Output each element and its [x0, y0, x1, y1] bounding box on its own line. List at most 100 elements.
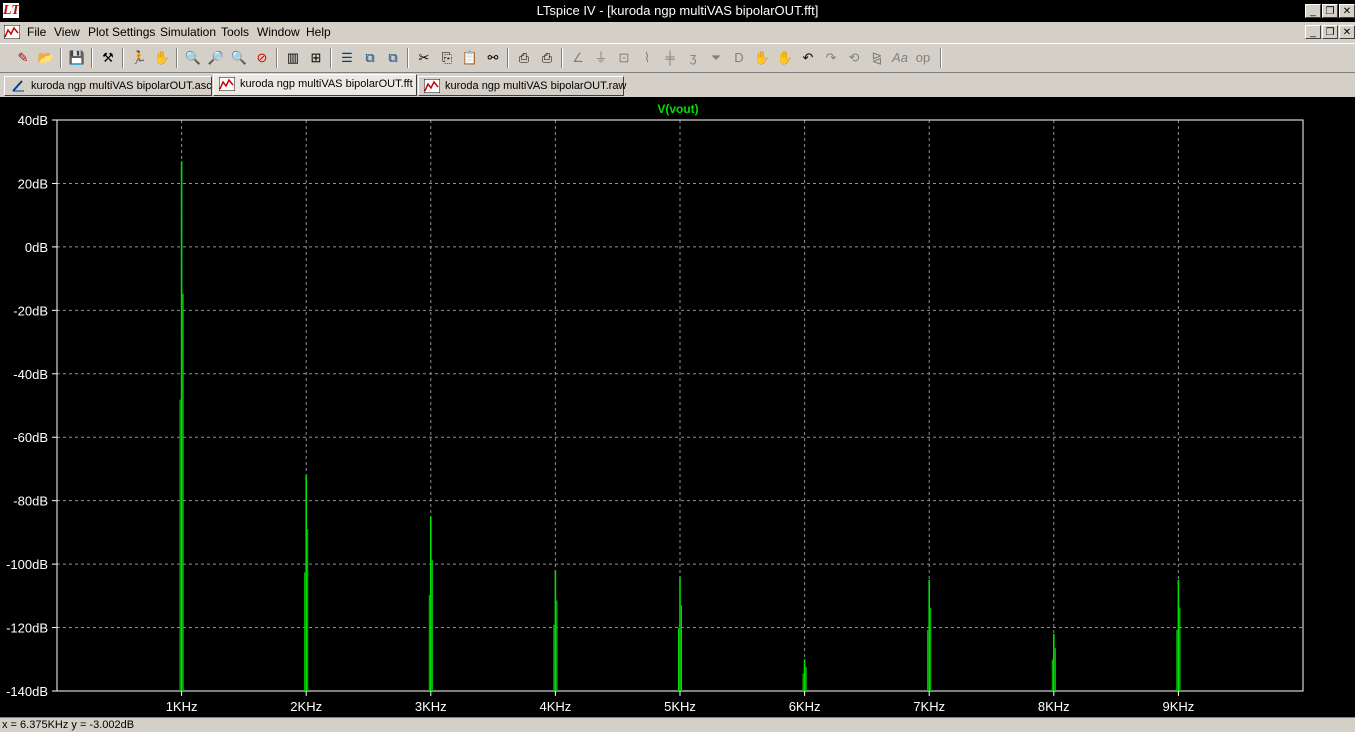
text-icon[interactable]: Aa: [891, 49, 909, 67]
pan-icon[interactable]: 🔎: [207, 49, 225, 67]
y-tick-label: -40dB: [13, 367, 48, 382]
zoom-in-icon[interactable]: 🔍: [184, 49, 202, 67]
menu-file[interactable]: File: [27, 25, 46, 39]
cascade-icon[interactable]: ⧉: [361, 49, 379, 67]
redo-icon[interactable]: ↷: [822, 49, 840, 67]
fft-chart[interactable]: V(vout) 40dB 20dB 0dB -20dB -40dB -60dB -80dB -…: [0, 97, 1355, 717]
move-icon[interactable]: ✋: [753, 49, 771, 67]
toolbar-separator: [561, 48, 563, 68]
x-axis-ticks: 1KHz 2KHz 3KHz 4KHz 5KHz 6KHz 7KHz 8KHz 9KHz: [166, 691, 1195, 714]
save-icon[interactable]: 💾: [68, 49, 86, 67]
ground-icon[interactable]: ⏚: [592, 49, 610, 67]
menu-plot-settings[interactable]: Plot Settings: [88, 25, 155, 39]
x-tick-label: 9KHz: [1163, 699, 1195, 714]
menu-simulation[interactable]: Simulation: [160, 25, 216, 39]
minimize-icon[interactable]: _: [1305, 4, 1321, 18]
mirror-icon[interactable]: ⧎: [868, 49, 886, 67]
wire-icon[interactable]: ∠: [569, 49, 587, 67]
tab-label: kuroda ngp multiVAS bipolarOUT.raw: [445, 80, 627, 92]
x-tick-label: 4KHz: [540, 699, 572, 714]
cut-icon[interactable]: ✂: [415, 49, 433, 67]
trace-label-vout[interactable]: V(vout): [657, 102, 698, 116]
y-axis-ticks: 40dB 20dB 0dB -20dB -40dB -60dB -80dB -100dB -12…: [6, 113, 57, 699]
resistor-icon[interactable]: ⌇: [638, 49, 656, 67]
control-panel-icon[interactable]: ⚒: [99, 49, 117, 67]
schematic-icon: [12, 80, 24, 92]
toolbar-separator: [330, 48, 332, 68]
zoom-fit-icon[interactable]: ⊘: [253, 49, 271, 67]
tab-raw[interactable]: kuroda ngp multiVAS bipolarOUT.raw: [418, 76, 627, 96]
x-tick-label: 5KHz: [664, 699, 696, 714]
title-bar: LT LTspice IV - [kuroda ngp multiVAS bip…: [0, 0, 1355, 22]
autorange-icon[interactable]: ▥: [284, 49, 302, 67]
toolbar-separator: [122, 48, 124, 68]
tab-fft[interactable]: kuroda ngp multiVAS bipolarOUT.fft: [213, 74, 417, 96]
waveform-icon: [219, 77, 235, 91]
toolbar-separator: [507, 48, 509, 68]
doc-minimize-icon[interactable]: _: [1305, 25, 1321, 39]
toolbar-separator: [940, 48, 942, 68]
inductor-icon[interactable]: ʒ: [684, 49, 702, 67]
y-tick-label: -120dB: [6, 621, 48, 636]
toolbar-separator: [176, 48, 178, 68]
zoom-out-icon[interactable]: 🔍: [230, 49, 248, 67]
menu-help[interactable]: Help: [306, 25, 331, 39]
x-tick-label: 3KHz: [415, 699, 447, 714]
tab-label: kuroda ngp multiVAS bipolarOUT.fft: [240, 78, 413, 90]
y-tick-label: 0dB: [25, 240, 48, 255]
label-net-icon[interactable]: ⊡: [615, 49, 633, 67]
print-icon[interactable]: ⎙: [538, 49, 556, 67]
close-icon[interactable]: ✕: [1339, 4, 1355, 18]
toolbar-separator: [276, 48, 278, 68]
y-tick-label: 20dB: [18, 176, 48, 191]
toolbar-separator: [91, 48, 93, 68]
toolbar-separator: [407, 48, 409, 68]
diode-icon[interactable]: ⏷: [707, 49, 725, 67]
capacitor-icon[interactable]: ╪: [661, 49, 679, 67]
toolbar: ✎ 📂 💾 ⚒ 🏃 ✋ 🔍 🔎 🔍 ⊘ ▥ ⊞ ☰ ⧉ ⧉ ✂ ⎘ 📋 ⚯ ⎙ …: [0, 43, 1355, 73]
doc-close-icon[interactable]: ✕: [1339, 25, 1355, 39]
rotate-icon[interactable]: ⟲: [845, 49, 863, 67]
y-tick-label: -20dB: [13, 303, 48, 318]
tile-horizontal-icon[interactable]: ☰: [338, 49, 356, 67]
copy-icon[interactable]: ⎘: [438, 49, 456, 67]
x-tick-label: 2KHz: [290, 699, 322, 714]
y-tick-label: -140dB: [6, 684, 48, 699]
y-tick-label: -80dB: [13, 494, 48, 509]
y-tick-label: -60dB: [13, 430, 48, 445]
plot-document-icon[interactable]: [4, 25, 20, 39]
tab-schematic[interactable]: kuroda ngp multiVAS bipolarOUT.asc: [4, 76, 212, 96]
menu-tools[interactable]: Tools: [221, 25, 249, 39]
x-tick-label: 6KHz: [789, 699, 821, 714]
y-tick-label: 40dB: [18, 113, 48, 128]
run-icon[interactable]: 🏃: [130, 49, 148, 67]
status-bar: x = 6.375KHz y = -3.002dB: [0, 717, 1355, 731]
spice-directive-icon[interactable]: op: [914, 49, 932, 67]
pick-visible-traces-icon[interactable]: ⊞: [307, 49, 325, 67]
open-icon[interactable]: 📂: [37, 49, 55, 67]
restore-icon[interactable]: ❐: [1322, 4, 1338, 18]
menu-window[interactable]: Window: [257, 25, 300, 39]
undo-icon[interactable]: ↶: [799, 49, 817, 67]
y-tick-label: -100dB: [6, 557, 48, 572]
component-icon[interactable]: D: [730, 49, 748, 67]
x-tick-label: 8KHz: [1038, 699, 1070, 714]
paste-icon[interactable]: 📋: [461, 49, 479, 67]
x-tick-label: 7KHz: [913, 699, 945, 714]
tab-label: kuroda ngp multiVAS bipolarOUT.asc: [31, 80, 212, 92]
toolbar-separator: [60, 48, 62, 68]
print-setup-icon[interactable]: ⎙: [515, 49, 533, 67]
new-schematic-icon[interactable]: ✎: [14, 49, 32, 67]
find-icon[interactable]: ⚯: [484, 49, 502, 67]
menu-bar: File View Plot Settings Simulation Tools…: [0, 22, 1355, 42]
waveform-plot-pane[interactable]: V(vout) 40dB 20dB 0dB -20dB -40dB -60dB -80dB -…: [0, 97, 1355, 717]
waveform-icon: [424, 79, 440, 93]
menu-view[interactable]: View: [54, 25, 80, 39]
doc-restore-icon[interactable]: ❐: [1322, 25, 1338, 39]
document-tabs: kuroda ngp multiVAS bipolarOUT.asc kurod…: [0, 73, 1355, 97]
x-tick-label: 1KHz: [166, 699, 198, 714]
halt-icon[interactable]: ✋: [153, 49, 171, 67]
tile-vertical-icon[interactable]: ⧉: [384, 49, 402, 67]
window-title: LTspice IV - [kuroda ngp multiVAS bipola…: [536, 3, 819, 18]
drag-icon[interactable]: ✋: [776, 49, 794, 67]
